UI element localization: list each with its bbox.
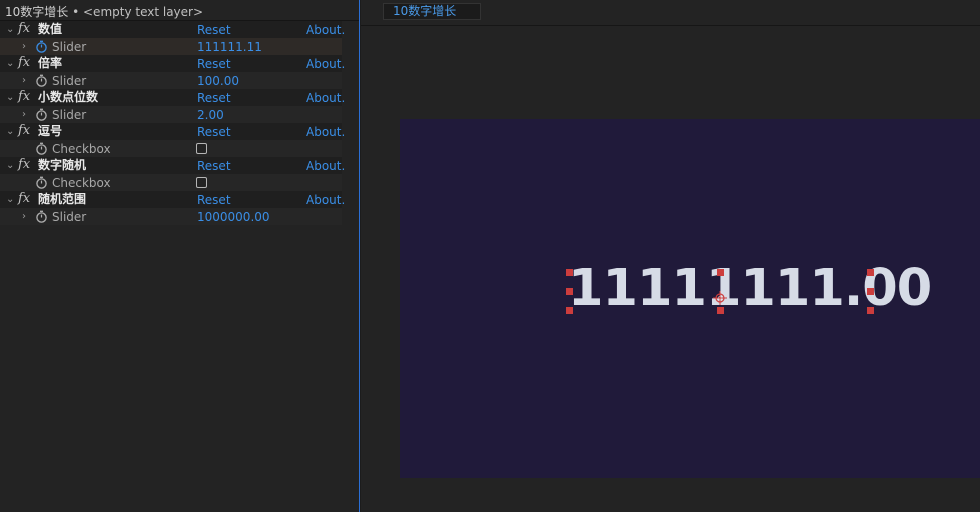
viewer-header: 10数字增长 [361,0,980,26]
stopwatch-icon[interactable] [35,142,48,155]
fx-icon[interactable]: fx [18,157,30,173]
effect-name: 随机范围 [38,192,87,206]
property-row-checkbox[interactable]: Checkbox [0,174,342,191]
panel-layer-name: <empty text layer> [83,5,204,19]
reset-link[interactable]: Reset [197,191,231,209]
transform-handle-bottom-left[interactable] [566,307,573,314]
property-row-checkbox[interactable]: Checkbox [0,140,342,157]
stopwatch-icon[interactable] [35,74,48,87]
fx-icon[interactable]: fx [18,55,30,71]
transform-handle-top-right[interactable] [867,269,874,276]
chevron-down-icon[interactable]: ⌄ [6,55,14,72]
chevron-down-icon[interactable]: ⌄ [6,21,14,38]
reset-link[interactable]: Reset [197,157,231,175]
transform-handle-bottom-center[interactable] [717,307,724,314]
effect-header-0[interactable]: ⌄ fx 数值 Reset About. [0,21,345,39]
anchor-point-icon[interactable] [713,291,727,305]
about-link[interactable]: About. [306,191,345,209]
fx-icon[interactable]: fx [18,191,30,207]
about-link[interactable]: About. [306,123,345,141]
effect-name: 逗号 [38,124,63,138]
reset-link[interactable]: Reset [197,89,231,107]
chevron-right-icon[interactable]: › [22,38,26,55]
effect-header-1[interactable]: ⌄ fx 倍率 Reset About. [0,55,345,73]
reset-link[interactable]: Reset [197,21,231,39]
effect-controls-panel: 10数字增长 • <empty text layer> ⌄ fx 数值 Rese… [0,0,360,512]
property-row-slider[interactable]: › Slider 1000000.00 [0,208,342,225]
effect-header-3[interactable]: ⌄ fx 逗号 Reset About. [0,123,345,141]
property-row-slider[interactable]: › Slider 100.00 [0,72,342,89]
effect-header-2[interactable]: ⌄ fx 小数点位数 Reset About. [0,89,345,107]
effect-name: 数值 [38,22,63,36]
effect-header-5[interactable]: ⌄ fx 随机范围 Reset About. [0,191,345,209]
about-link[interactable]: About. [306,157,345,175]
reset-link[interactable]: Reset [197,55,231,73]
transform-handle-middle-right[interactable] [867,288,874,295]
effect-name: 数字随机 [38,158,87,172]
stopwatch-icon[interactable] [35,40,48,53]
chevron-down-icon[interactable]: ⌄ [6,191,14,208]
fx-icon[interactable]: fx [18,21,30,37]
slider-value[interactable]: 1000000.00 [197,208,270,227]
transform-handle-top-center[interactable] [717,269,724,276]
stopwatch-icon[interactable] [35,176,48,189]
effect-name: 小数点位数 [38,90,99,104]
transform-handle-bottom-right[interactable] [867,307,874,314]
fx-icon[interactable]: fx [18,123,30,139]
property-label: Slider [52,210,87,224]
random-checkbox[interactable] [196,177,207,188]
effect-header-4[interactable]: ⌄ fx 数字随机 Reset About. [0,157,345,175]
composition-tab[interactable]: 10数字增长 [383,3,481,20]
comma-checkbox[interactable] [196,143,207,154]
chevron-right-icon[interactable]: › [22,208,26,225]
fx-icon[interactable]: fx [18,89,30,105]
about-link[interactable]: About. [306,55,345,73]
transform-handle-middle-left[interactable] [566,288,573,295]
panel-title-bar: 10数字增长 • <empty text layer> [0,0,359,21]
chevron-down-icon[interactable]: ⌄ [6,123,14,140]
chevron-down-icon[interactable]: ⌄ [6,89,14,106]
about-link[interactable]: About. [306,89,345,107]
stopwatch-icon[interactable] [35,210,48,223]
reset-link[interactable]: Reset [197,123,231,141]
panel-comp-name: 10数字增长 [5,5,69,19]
panel-title: 10数字增长 • <empty text layer> [5,3,203,20]
about-link[interactable]: About. [306,21,345,39]
chevron-right-icon[interactable]: › [22,72,26,89]
effect-name: 倍率 [38,56,63,70]
transform-handle-top-left[interactable] [566,269,573,276]
property-row-slider[interactable]: › Slider 2.00 [0,106,342,123]
composition-canvas[interactable]: 11111111.00 [400,119,980,478]
chevron-down-icon[interactable]: ⌄ [6,157,14,174]
composition-viewer[interactable]: 10数字增长 11111111.00 [361,0,980,512]
stopwatch-icon[interactable] [35,108,48,121]
chevron-right-icon[interactable]: › [22,106,26,123]
panel-title-separator: • [68,5,83,19]
property-row-slider[interactable]: › Slider 111111.11 [0,38,342,55]
